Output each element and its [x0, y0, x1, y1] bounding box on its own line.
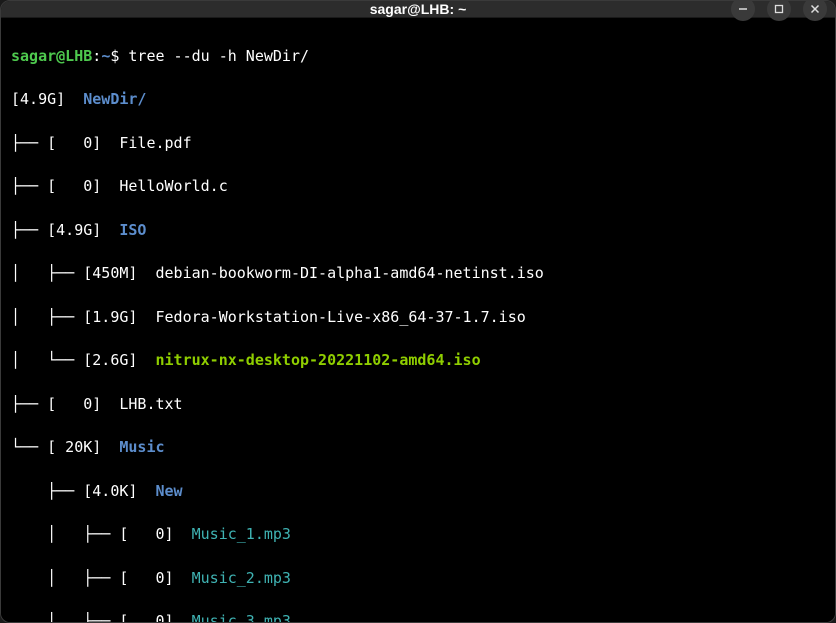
size-label: [ 0]: [119, 612, 191, 623]
terminal-window: sagar@LHB: ~ sagar@LHB:~$ tree --du -h N…: [0, 0, 836, 623]
size-label: [ 20K]: [47, 438, 119, 456]
size-label: [1.9G]: [83, 308, 155, 326]
dir-name: Music: [119, 438, 164, 456]
prompt-sigil: $: [110, 47, 128, 65]
titlebar: sagar@LHB: ~: [1, 1, 835, 18]
tree-branch: └──: [11, 438, 47, 456]
terminal-body[interactable]: sagar@LHB:~$ tree --du -h NewDir/ [4.9G]…: [1, 18, 835, 623]
prompt-line: sagar@LHB:~$ tree --du -h NewDir/: [11, 46, 825, 68]
size-label: [ 0]: [47, 134, 119, 152]
maximize-button[interactable]: [767, 0, 791, 21]
minimize-icon: [738, 4, 748, 14]
size-label: [4.0K]: [83, 482, 155, 500]
tree-line: ├── [ 0] HelloWorld.c: [11, 176, 825, 198]
tree-line: ├── [4.0K] New: [11, 481, 825, 503]
tree-line: │ ├── [ 0] Music_3.mp3: [11, 611, 825, 623]
close-icon: [810, 4, 820, 14]
file-name: Music_1.mp3: [192, 525, 291, 543]
size-label: [ 0]: [119, 569, 191, 587]
window-title: sagar@LHB: ~: [370, 1, 467, 17]
tree-branch: ├──: [11, 177, 47, 195]
file-name: HelloWorld.c: [119, 177, 227, 195]
size-label: [ 0]: [119, 525, 191, 543]
tree-branch: ├──: [11, 221, 47, 239]
minimize-button[interactable]: [731, 0, 755, 21]
dir-name: New: [156, 482, 183, 500]
file-name: Fedora-Workstation-Live-x86_64-37-1.7.is…: [156, 308, 526, 326]
prompt-user-host: sagar@LHB: [11, 47, 92, 65]
tree-line: ├── [4.9G] ISO: [11, 220, 825, 242]
tree-branch: │ ├──: [11, 264, 83, 282]
file-name: nitrux-nx-desktop-20221102-amd64.iso: [156, 351, 481, 369]
window-controls: [731, 0, 827, 21]
tree-branch: ├──: [11, 482, 83, 500]
size-label: [2.6G]: [83, 351, 155, 369]
prompt-sep: :: [92, 47, 101, 65]
tree-branch: │ ├──: [11, 525, 119, 543]
dir-name: ISO: [119, 221, 146, 239]
tree-branch: │ ├──: [11, 569, 119, 587]
tree-branch: ├──: [11, 134, 47, 152]
command-text: tree --du -h NewDir/: [128, 47, 309, 65]
file-name: File.pdf: [119, 134, 191, 152]
maximize-icon: [774, 4, 784, 14]
dir-name: NewDir/: [83, 90, 146, 108]
tree-branch: ├──: [11, 395, 47, 413]
prompt-path: ~: [101, 47, 110, 65]
file-name: LHB.txt: [119, 395, 182, 413]
tree-branch: │ ├──: [11, 612, 119, 623]
tree-line: │ └── [2.6G] nitrux-nx-desktop-20221102-…: [11, 350, 825, 372]
size-label: [4.9G]: [11, 90, 83, 108]
tree-line: └── [ 20K] Music: [11, 437, 825, 459]
tree-line: │ ├── [ 0] Music_1.mp3: [11, 524, 825, 546]
close-button[interactable]: [803, 0, 827, 21]
size-label: [4.9G]: [47, 221, 119, 239]
tree-branch: │ ├──: [11, 308, 83, 326]
tree-line: ├── [ 0] LHB.txt: [11, 394, 825, 416]
tree-line: ├── [ 0] File.pdf: [11, 133, 825, 155]
tree-line: │ ├── [ 0] Music_2.mp3: [11, 568, 825, 590]
tree-branch: │ └──: [11, 351, 83, 369]
tree-line: │ ├── [1.9G] Fedora-Workstation-Live-x86…: [11, 307, 825, 329]
size-label: [450M]: [83, 264, 155, 282]
size-label: [ 0]: [47, 395, 119, 413]
tree-line: │ ├── [450M] debian-bookworm-DI-alpha1-a…: [11, 263, 825, 285]
file-name: Music_2.mp3: [192, 569, 291, 587]
file-name: debian-bookworm-DI-alpha1-amd64-netinst.…: [156, 264, 544, 282]
size-label: [ 0]: [47, 177, 119, 195]
file-name: Music_3.mp3: [192, 612, 291, 623]
tree-line: [4.9G] NewDir/: [11, 89, 825, 111]
